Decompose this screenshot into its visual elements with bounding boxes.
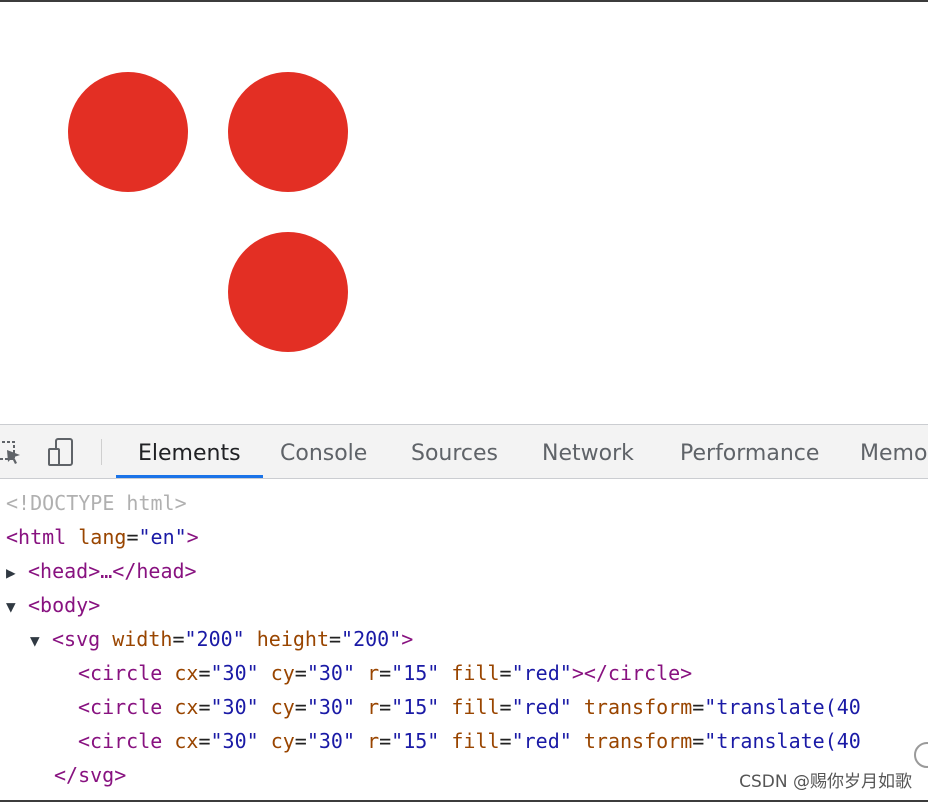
tab-memory[interactable]: Memo — [860, 425, 927, 478]
svg-open-tag: <svg — [52, 627, 101, 651]
attr-name: lang — [78, 525, 127, 549]
inspect-element-icon[interactable] — [0, 437, 24, 467]
attr-equals: = — [379, 661, 392, 685]
attr-equals: = — [379, 695, 392, 719]
attr-value: "15" — [391, 661, 440, 685]
watermark-text: CSDN @赐你岁月如歌 — [737, 767, 914, 792]
attr-equals: = — [294, 661, 307, 685]
attr-equals: = — [198, 695, 211, 719]
attr-name: cx — [174, 729, 199, 753]
rendered-circle — [68, 72, 188, 192]
dom-node-circle[interactable]: <circle cx="30" cy="30" r="15" fill="red… — [78, 690, 861, 724]
dom-node-svg-close[interactable]: </svg> — [54, 758, 126, 792]
attr-name: cy — [270, 729, 295, 753]
attr-equals: = — [172, 627, 185, 651]
attr-value: "30" — [210, 661, 259, 685]
circle-open-tag: <circle — [78, 695, 163, 719]
attr-value: "15" — [391, 695, 440, 719]
attr-value: "30" — [210, 729, 259, 753]
devtools-panel: Elements Console Sources Network Perform… — [0, 424, 928, 800]
attr-name: cx — [174, 695, 199, 719]
rendered-circle-translated — [228, 232, 348, 352]
attr-name: transform — [583, 695, 693, 719]
tab-elements[interactable]: Elements — [116, 425, 262, 478]
dom-tree: <!DOCTYPE html> <html lang="en"> ▶ <head>… — [0, 479, 928, 800]
attr-equals: = — [692, 729, 705, 753]
dom-node-circle[interactable]: <circle cx="30" cy="30" r="15" fill="red… — [78, 656, 692, 690]
attr-name: r — [367, 695, 380, 719]
attr-value: "red" — [511, 661, 572, 685]
page-viewport — [0, 2, 928, 424]
attr-value: "red" — [511, 695, 572, 719]
attr-name: fill — [451, 661, 500, 685]
attr-name: height — [256, 627, 329, 651]
dom-node-html[interactable]: <html lang="en"> — [6, 520, 199, 554]
attr-name: cy — [270, 661, 295, 685]
dom-node-svg[interactable]: ▼ <svg width="200" height="200"> — [30, 622, 413, 656]
tag-bracket: > — [401, 627, 414, 651]
attr-value: "30" — [306, 695, 356, 719]
attr-value: "en" — [138, 525, 187, 549]
attr-name: cx — [174, 661, 199, 685]
attr-equals: = — [198, 729, 211, 753]
dom-node-doctype[interactable]: <!DOCTYPE html> — [6, 486, 187, 520]
toolbar-divider — [101, 439, 102, 465]
attr-value: "200" — [184, 627, 245, 651]
attr-equals: = — [198, 661, 211, 685]
tab-sources[interactable]: Sources — [411, 425, 498, 478]
attr-value: "red" — [511, 729, 572, 753]
body-open-tag: <body> — [28, 593, 101, 617]
devtools-toolbar: Elements Console Sources Network Perform… — [0, 424, 928, 479]
attr-name: fill — [451, 695, 500, 719]
circle-open-tag: <circle — [78, 729, 163, 753]
collapse-triangle-icon[interactable]: ▼ — [30, 624, 52, 658]
attr-value: "translate(40 — [704, 729, 861, 753]
device-toolbar-icon[interactable] — [46, 437, 76, 467]
attr-value: "30" — [306, 729, 356, 753]
attr-equals: = — [294, 695, 307, 719]
doctype-text: <!DOCTYPE html> — [6, 491, 187, 515]
attr-value: "15" — [391, 729, 440, 753]
attr-name: r — [367, 661, 380, 685]
svg-close-tag: </svg> — [54, 763, 127, 787]
dom-node-body[interactable]: ▼ <body> — [6, 588, 100, 622]
attr-name: fill — [451, 729, 500, 753]
attr-equals: = — [379, 729, 392, 753]
attr-value: "30" — [210, 695, 259, 719]
attr-equals: = — [499, 729, 512, 753]
circle-close-tag: ></circle> — [571, 661, 693, 685]
rendered-circle-translated — [228, 72, 348, 192]
tag-bracket: > — [186, 525, 199, 549]
dom-node-circle[interactable]: <circle cx="30" cy="30" r="15" fill="red… — [78, 724, 861, 758]
attr-equals: = — [499, 695, 512, 719]
attr-value: "200" — [341, 627, 402, 651]
attr-name: width — [112, 627, 173, 651]
html-open-tag: <html — [6, 525, 67, 549]
attr-name: r — [367, 729, 380, 753]
tab-performance[interactable]: Performance — [680, 425, 819, 478]
attr-value: "translate(40 — [704, 695, 861, 719]
attr-name: cy — [270, 695, 295, 719]
attr-equals: = — [294, 729, 307, 753]
tab-console[interactable]: Console — [280, 425, 367, 478]
attr-equals: = — [126, 525, 139, 549]
expand-triangle-icon[interactable]: ▶ — [6, 556, 28, 590]
attr-equals: = — [329, 627, 342, 651]
attr-name: transform — [583, 729, 693, 753]
dom-node-head[interactable]: ▶ <head>…</head> — [6, 554, 197, 588]
head-collapsed-tag: <head>…</head> — [28, 559, 197, 583]
attr-value: "30" — [306, 661, 356, 685]
circle-open-tag: <circle — [78, 661, 163, 685]
collapse-triangle-icon[interactable]: ▼ — [6, 590, 28, 624]
attr-equals: = — [499, 661, 512, 685]
tab-network[interactable]: Network — [542, 425, 634, 478]
attr-equals: = — [692, 695, 705, 719]
rendered-svg — [68, 72, 348, 352]
